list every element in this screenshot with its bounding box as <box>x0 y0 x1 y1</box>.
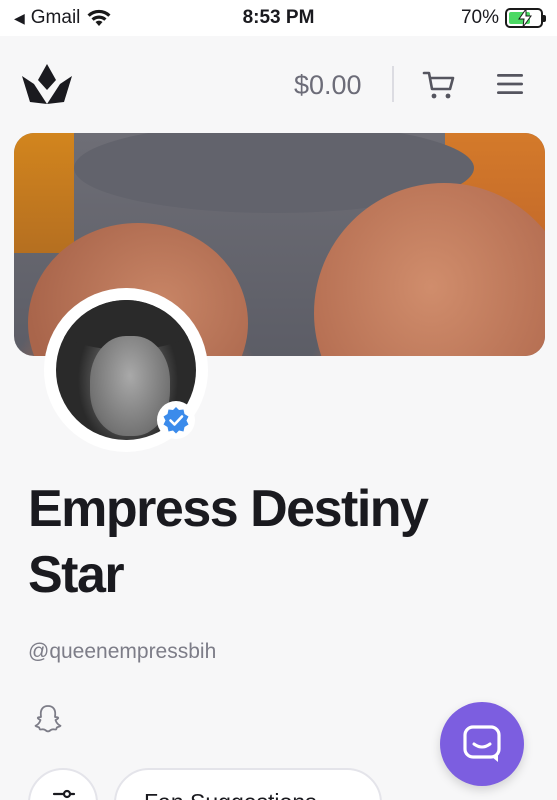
battery-percent: 70% <box>460 7 499 28</box>
avatar-frame[interactable] <box>44 288 208 452</box>
verified-badge <box>157 401 195 439</box>
wallet-balance[interactable]: $0.00 <box>294 70 362 101</box>
profile-handle: @queenempressbih <box>28 640 217 663</box>
chat-icon <box>463 725 501 762</box>
snapchat-icon[interactable] <box>34 704 62 734</box>
charging-bolt-icon <box>518 9 532 27</box>
hamburger-menu-icon[interactable] <box>496 72 524 96</box>
verified-check-icon <box>163 407 189 434</box>
battery-status: 70% <box>460 7 546 29</box>
fan-suggestions-label: Fan Suggestions <box>144 789 317 800</box>
sliders-icon <box>52 789 76 799</box>
status-bar: ◀ Gmail 8:53 PM 70% <box>0 0 557 36</box>
crown-logo-icon[interactable] <box>20 62 74 106</box>
cover-background-left <box>14 133 74 253</box>
battery-icon <box>505 8 546 28</box>
filter-button[interactable] <box>28 768 98 800</box>
fan-suggestions-button[interactable]: Fan Suggestions <box>114 768 382 800</box>
top-nav: $0.00 <box>0 36 557 132</box>
cart-icon[interactable] <box>422 70 456 100</box>
header-divider <box>392 66 394 102</box>
chat-support-button[interactable] <box>440 702 524 786</box>
battery-level <box>509 9 532 27</box>
profile-name: Empress Destiny Star <box>28 480 429 604</box>
